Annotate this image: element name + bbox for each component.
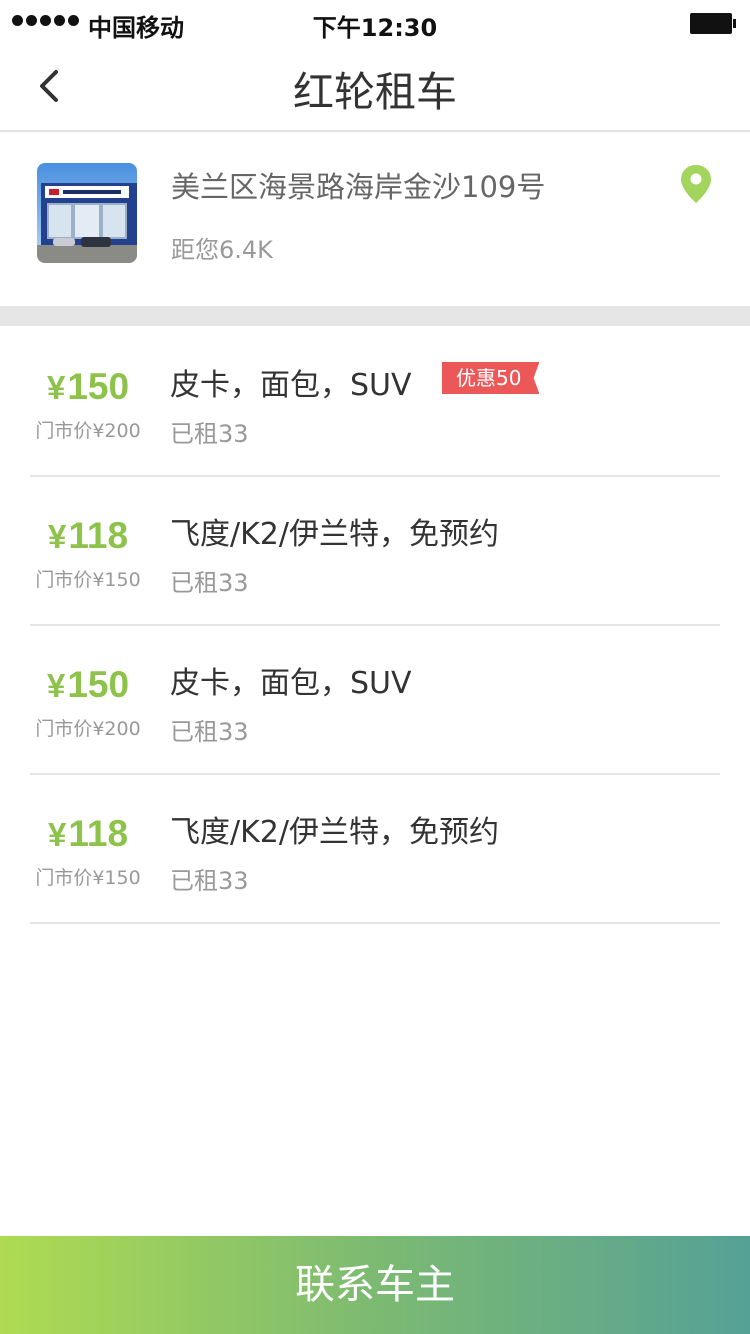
battery-icon bbox=[690, 13, 736, 34]
price-value: 118 bbox=[68, 813, 129, 854]
currency-symbol: ¥ bbox=[46, 369, 66, 406]
discount-badge: 优惠50 bbox=[442, 362, 540, 394]
currency-symbol: ¥ bbox=[47, 518, 67, 555]
price: ¥150 bbox=[30, 664, 146, 706]
price-value: 150 bbox=[67, 366, 130, 407]
price-value: 150 bbox=[67, 664, 130, 705]
original-price: 门市价¥150 bbox=[35, 867, 141, 889]
location-button[interactable] bbox=[678, 164, 714, 204]
store-address: 美兰区海景路海岸金沙109号 bbox=[171, 170, 546, 204]
page-title: 红轮租车 bbox=[293, 68, 457, 116]
car-types: 皮卡，面包，SUV bbox=[170, 666, 412, 701]
price-value: 118 bbox=[68, 515, 129, 556]
price: ¥118 bbox=[30, 813, 146, 855]
store-building-image bbox=[37, 163, 137, 263]
price: ¥118 bbox=[30, 515, 146, 557]
contact-owner-button[interactable]: 联系车主 bbox=[0, 1236, 750, 1334]
car-types: 飞度/K2/伊兰特，免预约 bbox=[170, 815, 499, 850]
original-price: 门市价¥200 bbox=[35, 420, 141, 442]
section-divider bbox=[0, 306, 750, 326]
map-pin-icon bbox=[681, 165, 711, 203]
rented-count: 已租33 bbox=[170, 867, 249, 895]
original-price: 门市价¥200 bbox=[35, 718, 141, 740]
currency-symbol: ¥ bbox=[47, 816, 67, 853]
status-bar: 中国移动 下午12:30 bbox=[0, 0, 750, 48]
rented-count: 已租33 bbox=[170, 718, 249, 746]
rented-count: 已租33 bbox=[170, 569, 249, 597]
list-item[interactable]: ¥118 门市价¥150 飞度/K2/伊兰特，免预约 已租33 bbox=[30, 773, 720, 924]
store-photo[interactable] bbox=[37, 163, 137, 263]
car-types: 皮卡，面包，SUV bbox=[170, 368, 412, 403]
list-item[interactable]: ¥150 门市价¥200 皮卡，面包，SUV 已租33 bbox=[30, 624, 720, 775]
list-item[interactable]: ¥118 门市价¥150 飞度/K2/伊兰特，免预约 已租33 bbox=[30, 475, 720, 626]
price: ¥150 bbox=[30, 366, 146, 408]
car-types: 飞度/K2/伊兰特，免预约 bbox=[170, 517, 499, 552]
navigation-bar: 红轮租车 bbox=[0, 48, 750, 132]
store-distance: 距您6.4K bbox=[171, 236, 273, 264]
original-price: 门市价¥150 bbox=[35, 569, 141, 591]
list-item[interactable]: ¥150 门市价¥200 皮卡，面包，SUV 优惠50 已租33 bbox=[30, 326, 720, 477]
store-info: 美兰区海景路海岸金沙109号 距您6.4K bbox=[0, 132, 750, 306]
status-time: 下午12:30 bbox=[312, 14, 438, 42]
rented-count: 已租33 bbox=[170, 420, 249, 448]
currency-symbol: ¥ bbox=[46, 667, 66, 704]
